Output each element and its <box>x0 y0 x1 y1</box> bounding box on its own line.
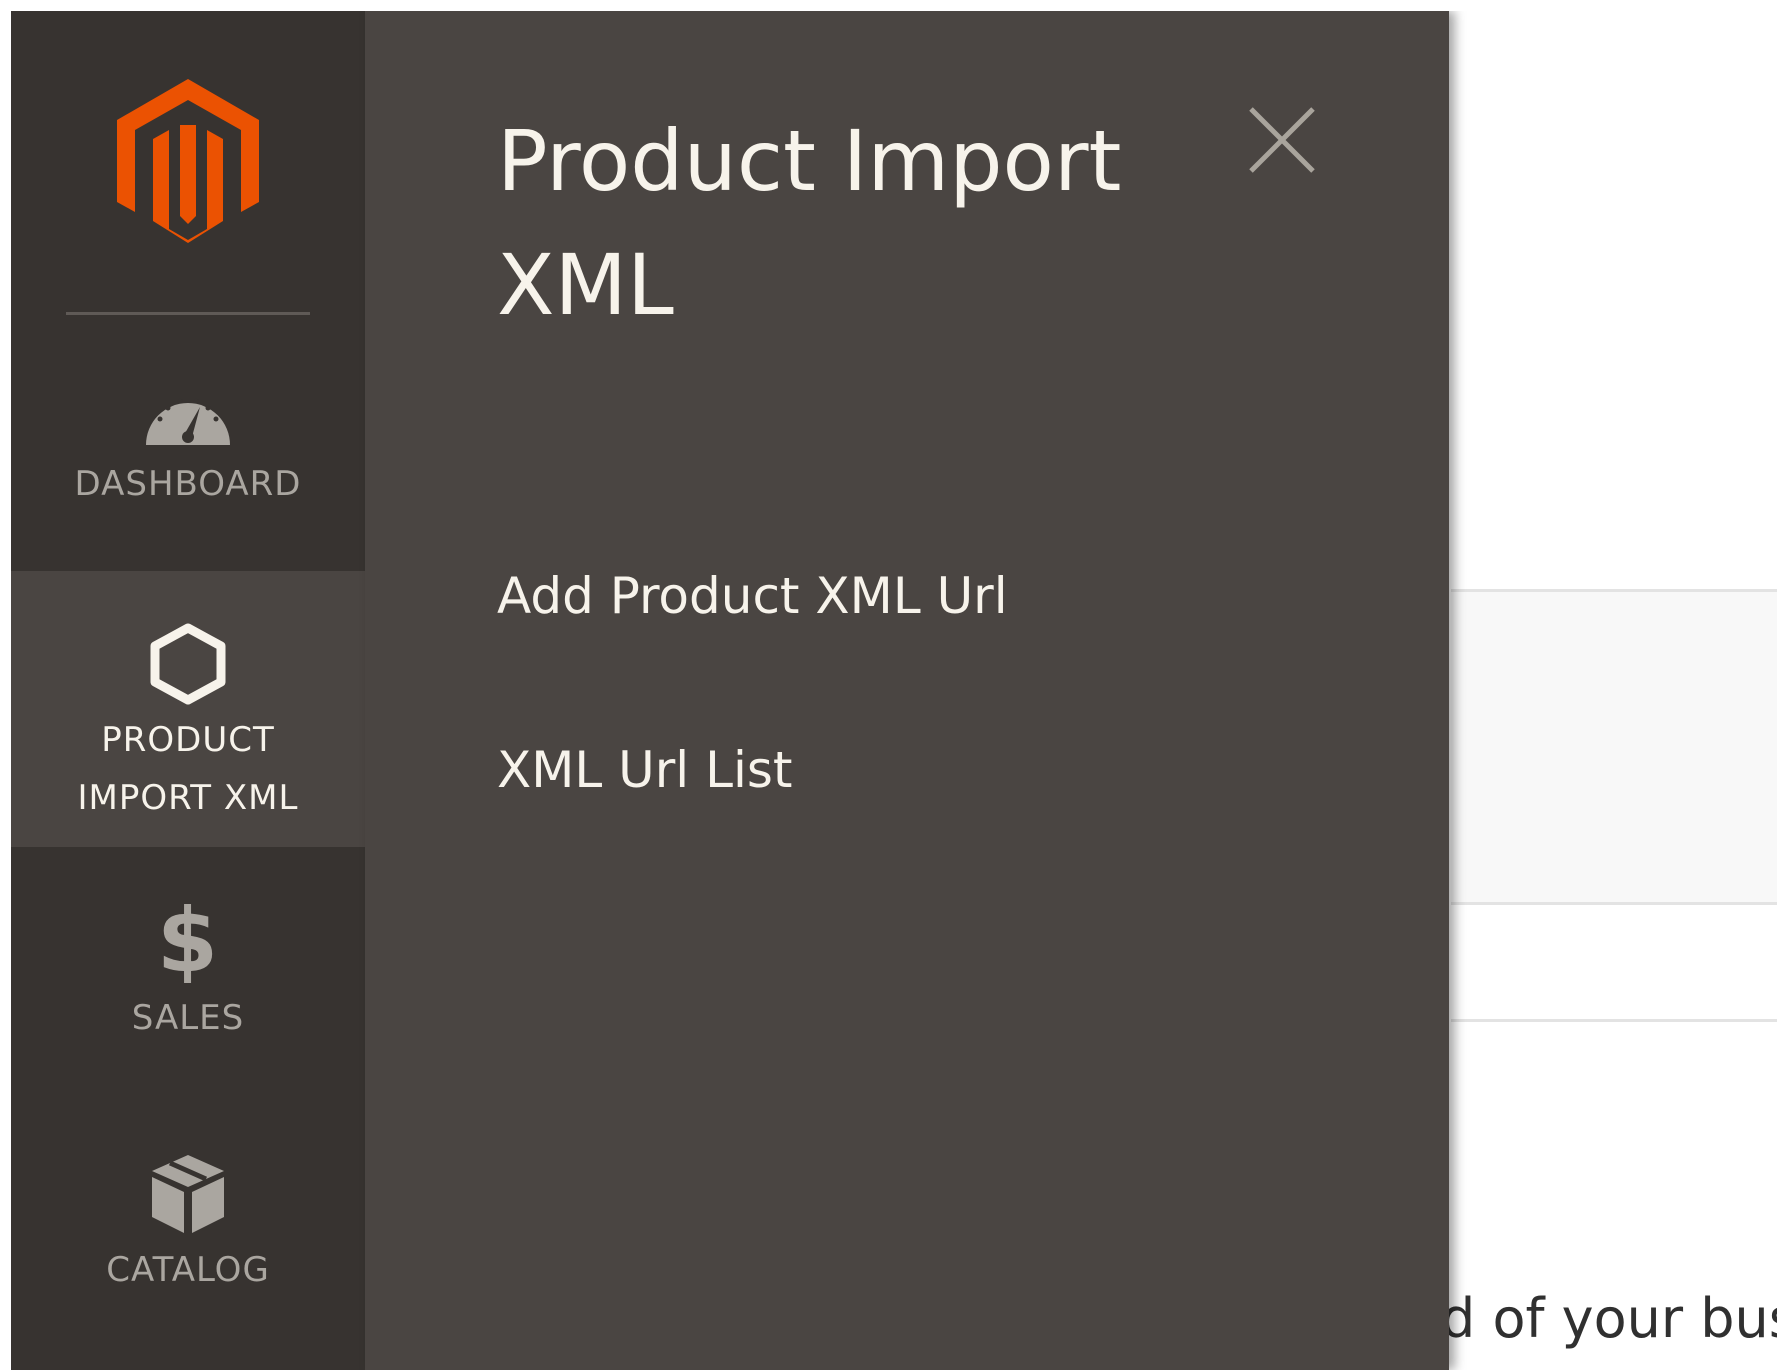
magento-logo-icon <box>117 79 259 243</box>
sidebar-item-product-import-xml[interactable]: PRODUCT IMPORT XML <box>11 571 365 847</box>
sidebar-item-label: DASHBOARD <box>74 464 302 504</box>
dollar-icon: $ <box>160 899 216 983</box>
sidebar-item-sales[interactable]: $ SALES <box>11 847 365 1097</box>
sidebar-item-catalog[interactable]: CATALOG <box>11 1097 365 1370</box>
submenu-link-xml-url-list[interactable]: XML Url List <box>497 741 792 799</box>
box-icon <box>152 1155 224 1233</box>
close-button[interactable] <box>1247 105 1317 175</box>
sidebar-item-dashboard[interactable]: DASHBOARD <box>11 321 365 571</box>
flyout-title-line1: Product Import <box>497 112 1122 210</box>
admin-sidebar: DASHBOARD PRODUCT IMPORT XML $ SALES CAT… <box>11 11 365 1370</box>
logo-divider <box>66 312 310 315</box>
hexagon-icon <box>150 623 226 705</box>
background-text: d of your bus <box>1441 1287 1777 1350</box>
background-panel <box>1451 589 1777 905</box>
submenu-flyout: Product Import XML Add Product XML Url X… <box>365 11 1449 1370</box>
close-icon <box>1249 107 1315 173</box>
sidebar-item-label: SALES <box>131 998 245 1038</box>
flyout-title-line2: XML <box>497 236 674 334</box>
admin-screen: d of your bus DASHBOARD PRODUCT IMPORT X… <box>11 11 1777 1370</box>
speedometer-icon <box>146 398 230 445</box>
svg-text:$: $ <box>160 899 216 983</box>
background-divider <box>1451 1019 1777 1022</box>
submenu-link-add-product-xml-url[interactable]: Add Product XML Url <box>497 567 1008 625</box>
magento-logo[interactable] <box>11 11 365 321</box>
sidebar-item-label-line1: PRODUCT <box>101 720 275 760</box>
sidebar-item-label: CATALOG <box>106 1250 270 1290</box>
sidebar-item-label-line2: IMPORT XML <box>77 778 299 818</box>
flyout-title: Product Import XML <box>497 99 1217 347</box>
